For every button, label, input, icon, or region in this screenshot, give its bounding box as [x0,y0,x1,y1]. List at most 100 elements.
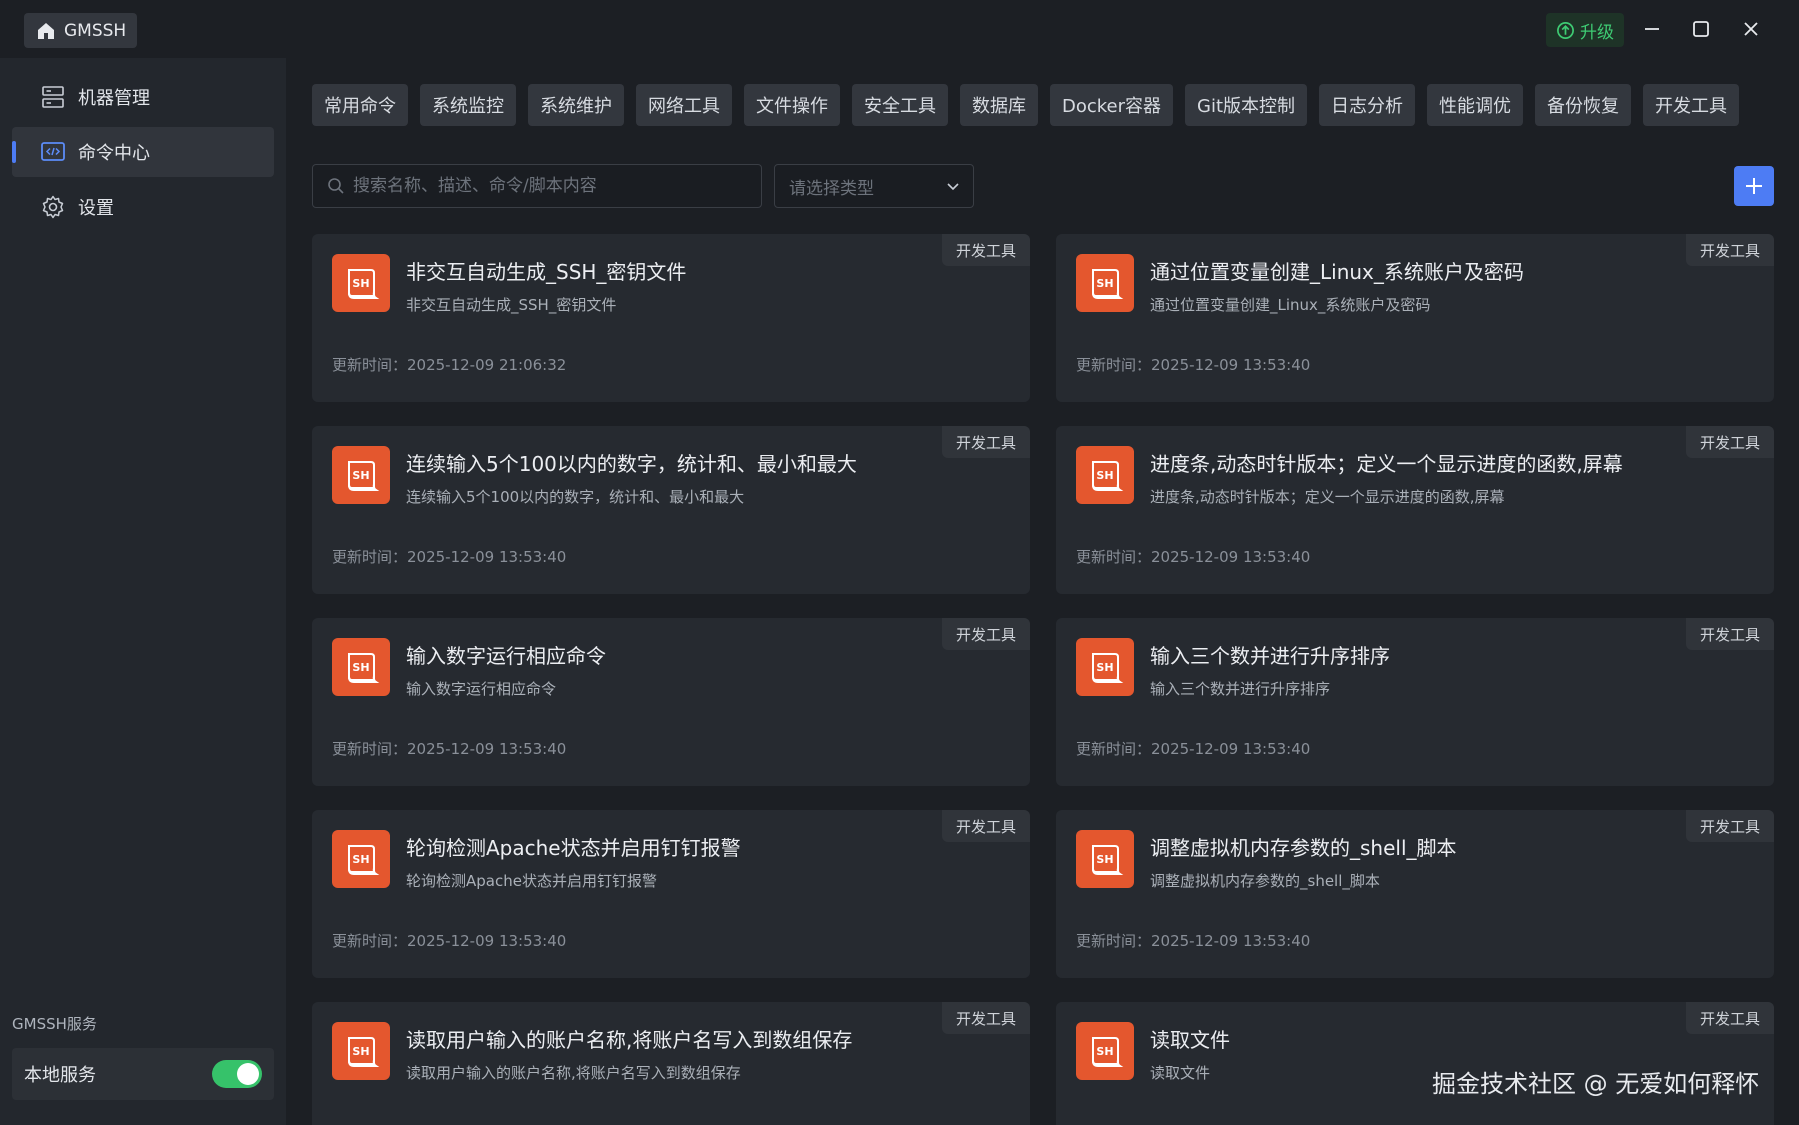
script-scroll-icon: SH [1092,461,1124,491]
sh-label: SH [1096,853,1113,866]
tab-system-monitor[interactable]: 系统监控 [420,84,516,126]
category-tag: 开发工具 [941,618,1030,650]
tab-backup[interactable]: 备份恢复 [1535,84,1632,126]
sidebar-item-command-center[interactable]: 命令中心 [12,127,274,177]
sh-label: SH [352,277,369,290]
maximize-icon [1693,21,1709,37]
sh-label: SH [1096,277,1113,290]
type-select[interactable]: 请选择类型 [774,164,974,208]
card-title: 输入数字运行相应命令 [406,644,606,668]
card-description: 输入三个数并进行升序排序 [1150,680,1331,698]
command-card[interactable]: 开发工具 SH 输入数字运行相应命令 输入数字运行相应命令 更新时间：2025-12-0… [312,618,1030,786]
command-card[interactable]: 开发工具 SH 调整虚拟机内存参数的_shell_脚本 调整虚拟机内存参数的_shel… [1056,810,1774,978]
card-title: 非交互自动生成_SSH_密钥文件 [406,260,687,284]
local-service-toggle[interactable] [212,1060,262,1088]
card-title: 输入三个数并进行升序排序 [1150,644,1390,668]
card-updated-time: 更新时间：2025-12-09 13:53:40 [1076,356,1311,374]
brand-button[interactable]: GMSSH [24,13,137,48]
card-updated-time: 更新时间：2025-12-09 13:53:40 [1076,740,1311,758]
script-scroll-icon: SH [1092,269,1124,299]
shell-script-icon: SH [1076,830,1134,888]
minimize-button[interactable] [1632,11,1672,47]
shell-script-icon: SH [1076,638,1134,696]
close-icon [1744,22,1758,36]
watermark-text: 掘金技术社区 @ 无爱如何释怀 [1432,1070,1760,1098]
sidebar-item-machines[interactable]: 机器管理 [12,72,274,122]
command-card[interactable]: 开发工具 SH 连续输入5个100以内的数字，统计和、最小和最大 连续输入5个100以… [312,426,1030,594]
script-scroll-icon: SH [348,845,380,875]
plus-icon [1746,178,1762,194]
card-title: 连续输入5个100以内的数字，统计和、最小和最大 [406,452,857,476]
command-card[interactable]: 开发工具 SH 轮询检测Apache状态并启用钉钉报警 轮询检测Apache状态并启用… [312,810,1030,978]
local-service-row: 本地服务 [12,1048,274,1100]
category-tag: 开发工具 [941,810,1030,842]
type-select-placeholder: 请选择类型 [789,178,874,199]
shell-script-icon: SH [332,254,390,312]
brand-label: GMSSH [64,20,127,41]
card-title: 进度条,动态时针版本；定义一个显示进度的函数,屏幕 [1150,452,1623,476]
card-title: 通过位置变量创建_Linux_系统账户及密码 [1150,260,1524,284]
category-tabs: 常用命令 系统监控 系统维护 网络工具 文件操作 安全工具 数据库 Docker… [312,84,1740,126]
tab-performance[interactable]: 性能调优 [1427,84,1524,126]
search-icon [328,178,344,194]
server-icon [42,86,64,108]
command-card[interactable]: 开发工具 SH 进度条,动态时针版本；定义一个显示进度的函数,屏幕 进度条,动态时针版… [1056,426,1774,594]
sh-label: SH [352,853,369,866]
search-box [312,164,762,208]
tab-docker[interactable]: Docker容器 [1050,84,1174,126]
close-button[interactable] [1731,11,1771,47]
command-card[interactable]: 开发工具 SH 输入三个数并进行升序排序 输入三个数并进行升序排序 更新时间：2025-… [1056,618,1774,786]
tab-log-analysis[interactable]: 日志分析 [1319,84,1416,126]
card-updated-time: 更新时间：2025-12-09 13:53:40 [1076,932,1311,950]
card-description: 轮询检测Apache状态并启用钉钉报警 [406,872,657,890]
card-title: 读取文件 [1150,1028,1230,1052]
sidebar: 机器管理 命令中心 设置 GMSSH服务 本地服务 [0,58,286,1125]
command-card[interactable]: 开发工具 SH 读取用户输入的账户名称,将账户名写入到数组保存 读取用户输入的账户名称… [312,1002,1030,1125]
service-section-title: GMSSH服务 [12,1015,97,1033]
tab-common-commands[interactable]: 常用命令 [312,84,408,126]
card-title: 读取用户输入的账户名称,将账户名写入到数组保存 [406,1028,853,1052]
command-card[interactable]: 开发工具 SH 非交互自动生成_SSH_密钥文件 非交互自动生成_SSH_密钥文件 更新… [312,234,1030,402]
card-updated-time: 更新时间：2025-12-09 13:53:40 [1076,548,1311,566]
shell-script-icon: SH [332,830,390,888]
script-scroll-icon: SH [1092,845,1124,875]
card-title: 轮询检测Apache状态并启用钉钉报警 [406,836,741,860]
tab-database[interactable]: 数据库 [960,84,1038,126]
search-input[interactable] [353,176,753,196]
category-tag: 开发工具 [941,1002,1030,1034]
shell-script-icon: SH [332,638,390,696]
sidebar-item-label: 命令中心 [78,143,150,164]
category-tag: 开发工具 [941,426,1030,458]
upgrade-button[interactable]: 升级 [1546,13,1624,47]
tab-git[interactable]: Git版本控制 [1185,84,1308,126]
script-scroll-icon: SH [348,653,380,683]
script-scroll-icon: SH [1092,1037,1124,1067]
maximize-button[interactable] [1681,11,1721,47]
sidebar-item-label: 机器管理 [78,88,150,109]
card-description: 调整虚拟机内存参数的_shell_脚本 [1150,872,1380,890]
tab-dev-tools[interactable]: 开发工具 [1643,84,1740,126]
command-card-grid: 开发工具 SH 非交互自动生成_SSH_密钥文件 非交互自动生成_SSH_密钥文件 更新… [312,234,1774,1125]
card-description: 连续输入5个100以内的数字，统计和、最小和最大 [406,488,745,506]
card-description: 通过位置变量创建_Linux_系统账户及密码 [1150,296,1431,314]
sh-label: SH [1096,1045,1113,1058]
shell-script-icon: SH [1076,1022,1134,1080]
title-bar: GMSSH 升级 [0,0,1799,58]
shell-script-icon: SH [332,1022,390,1080]
sh-label: SH [1096,661,1113,674]
home-icon [38,22,54,39]
gear-icon [42,195,64,219]
command-card[interactable]: 开发工具 SH 通过位置变量创建_Linux_系统账户及密码 通过位置变量创建_Lin… [1056,234,1774,402]
card-updated-time: 更新时间：2025-12-09 13:53:40 [332,932,567,950]
add-command-button[interactable] [1734,166,1774,206]
script-scroll-icon: SH [348,1037,380,1067]
tab-file-operations[interactable]: 文件操作 [744,84,840,126]
tab-network-tools[interactable]: 网络工具 [636,84,732,126]
script-scroll-icon: SH [348,269,380,299]
command-center-panel: 常用命令 系统监控 系统维护 网络工具 文件操作 安全工具 数据库 Docker… [286,58,1799,1125]
tab-system-maintenance[interactable]: 系统维护 [528,84,624,126]
sidebar-item-label: 设置 [78,198,114,219]
tab-security-tools[interactable]: 安全工具 [852,84,948,126]
sidebar-item-settings[interactable]: 设置 [12,182,274,232]
sh-label: SH [352,469,369,482]
